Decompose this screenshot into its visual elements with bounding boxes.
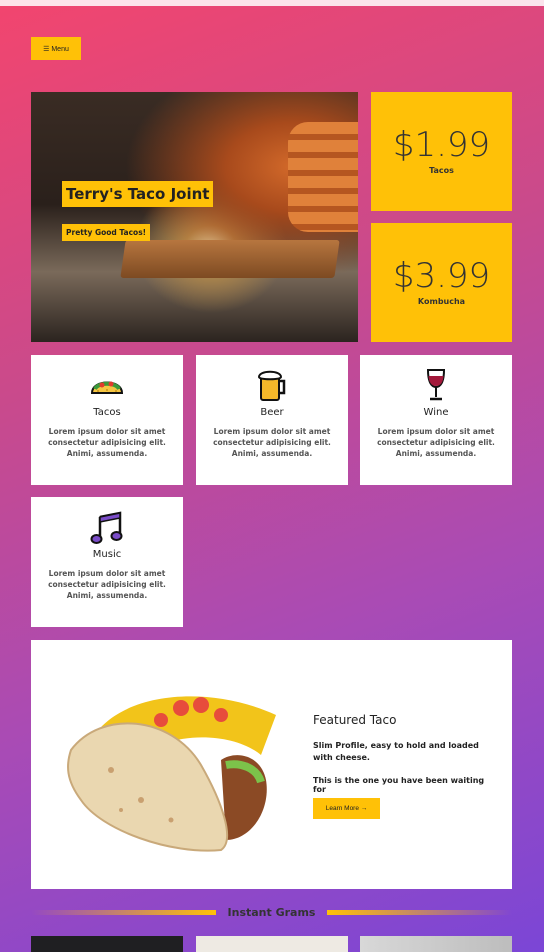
top-bar (0, 0, 544, 6)
featured-title: Featured Taco (313, 713, 397, 727)
feature-text: Lorem ipsum dolor sit amet consectetur a… (213, 427, 331, 458)
instant-grams-header: Instant Grams (31, 902, 512, 922)
feature-text: Lorem ipsum dolor sit amet consectetur a… (377, 427, 495, 458)
price-card-tacos: $1.99 Tacos (371, 92, 512, 211)
featured-description: Slim Profile, easy to hold and loaded wi… (313, 741, 479, 762)
featured-taco-image (61, 670, 311, 860)
cutting-board-graphic (120, 240, 340, 278)
hero-title: Terry's Taco Joint (62, 181, 214, 207)
feature-title: Tacos (93, 407, 121, 418)
instant-grams-title: Instant Grams (227, 905, 316, 919)
music-icon (89, 509, 125, 545)
beer-icon (254, 367, 290, 403)
hero-image: Terry's Taco Joint Pretty Good Tacos! (31, 92, 358, 342)
menu-button[interactable]: ☰ Menu (31, 37, 81, 60)
learn-more-button[interactable]: Learn More → (313, 798, 380, 819)
feature-title: Beer (260, 407, 284, 418)
feature-title: Music (92, 549, 122, 560)
taco-icon (89, 367, 125, 403)
feature-card-tacos: Tacos Lorem ipsum dolor sit amet consect… (31, 355, 183, 485)
price-value: $3.99 (392, 256, 491, 296)
divider-left (31, 909, 216, 915)
gram-image[interactable] (31, 936, 183, 952)
feature-card-wine: Wine Lorem ipsum dolor sit amet consecte… (360, 355, 512, 485)
gram-image[interactable] (360, 936, 512, 952)
price-label: Kombucha (417, 297, 466, 306)
feature-text: Lorem ipsum dolor sit amet consectetur a… (48, 427, 166, 458)
featured-tagline: This is the one you have been waiting fo… (313, 776, 485, 794)
feature-title: Wine (423, 407, 449, 418)
price-label: Tacos (429, 166, 454, 175)
featured-taco-section: Featured Taco Slim Profile, easy to hold… (31, 640, 512, 889)
gram-image[interactable] (196, 936, 348, 952)
feature-text: Lorem ipsum dolor sit amet consectetur a… (48, 569, 166, 600)
wine-icon (418, 367, 454, 403)
feature-card-beer: Beer Lorem ipsum dolor sit amet consecte… (196, 355, 348, 485)
price-card-kombucha: $3.99 Kombucha (371, 223, 512, 342)
feature-card-music: Music Lorem ipsum dolor sit amet consect… (31, 497, 183, 627)
hero-subtitle: Pretty Good Tacos! (62, 224, 151, 241)
divider-right (327, 909, 512, 915)
price-value: $1.99 (392, 125, 491, 165)
bowl-graphic (288, 122, 358, 232)
